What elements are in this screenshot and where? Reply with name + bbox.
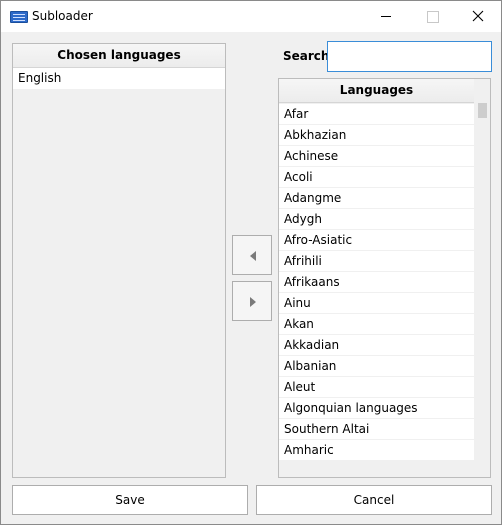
remove-from-chosen-button[interactable] xyxy=(232,281,272,321)
chosen-languages-items: English xyxy=(13,68,225,89)
language-item[interactable]: Ainu xyxy=(279,293,474,314)
language-item[interactable]: Abkhazian xyxy=(279,125,474,146)
language-item[interactable]: Adangme xyxy=(279,188,474,209)
minimize-button[interactable] xyxy=(363,1,409,32)
languages-list[interactable]: Languages Afar Abkhazian Achinese Acoli Adan… xyxy=(278,78,491,478)
chosen-language-item[interactable]: English xyxy=(13,68,225,89)
language-item[interactable]: Akan xyxy=(279,314,474,335)
chosen-languages-list[interactable]: Chosen languages English xyxy=(12,43,226,478)
language-item[interactable]: Aleut xyxy=(279,377,474,398)
language-item[interactable]: Amharic xyxy=(279,440,474,461)
language-item[interactable]: Afar xyxy=(279,104,474,125)
language-item[interactable]: Southern Altai xyxy=(279,419,474,440)
keyboard-icon xyxy=(10,11,28,23)
language-item[interactable]: Afro-Asiatic xyxy=(279,230,474,251)
search-input[interactable] xyxy=(327,41,492,72)
move-to-chosen-button[interactable] xyxy=(232,235,272,275)
language-item[interactable]: Albanian xyxy=(279,356,474,377)
scrollbar-thumb[interactable] xyxy=(478,103,487,118)
language-item[interactable]: Achinese xyxy=(279,146,474,167)
languages-items: Afar Abkhazian Achinese Acoli Adangme Adygh Af… xyxy=(279,104,474,461)
close-icon xyxy=(472,10,484,22)
language-item[interactable]: Algonquian languages xyxy=(279,398,474,419)
triangle-right-icon xyxy=(250,297,256,307)
maximize-button[interactable] xyxy=(409,1,455,32)
main-window: Subloader Chosen languages English Searc… xyxy=(0,0,502,525)
title-bar[interactable]: Subloader xyxy=(1,1,501,32)
chosen-languages-header[interactable]: Chosen languages xyxy=(13,44,225,68)
save-button[interactable]: Save xyxy=(12,485,248,515)
languages-header[interactable]: Languages xyxy=(279,79,474,103)
languages-scrollbar[interactable] xyxy=(475,79,490,477)
triangle-left-icon xyxy=(250,251,256,261)
close-button[interactable] xyxy=(455,1,501,32)
window-title: Subloader xyxy=(32,9,93,23)
language-item[interactable]: Adygh xyxy=(279,209,474,230)
language-item[interactable]: Afrihili xyxy=(279,251,474,272)
language-item[interactable]: Acoli xyxy=(279,167,474,188)
language-item[interactable]: Afrikaans xyxy=(279,272,474,293)
cancel-button[interactable]: Cancel xyxy=(256,485,492,515)
language-item[interactable]: Akkadian xyxy=(279,335,474,356)
